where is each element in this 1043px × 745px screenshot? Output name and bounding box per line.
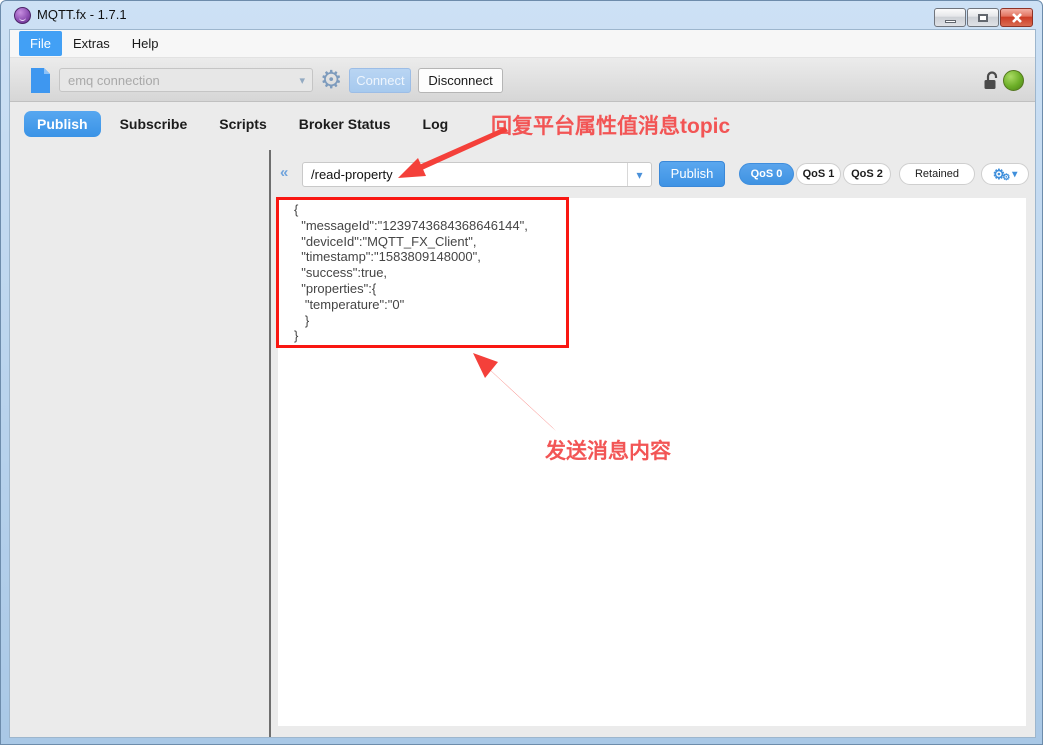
connection-caret-icon[interactable]: ▾ [299, 74, 305, 87]
maximize-button[interactable] [967, 8, 999, 27]
menu-extras[interactable]: Extras [62, 31, 121, 56]
close-icon [1011, 12, 1023, 24]
topic-combobox[interactable]: ▾ [302, 162, 652, 187]
app-window: MQTT.fx - 1.7.1 File Extras Help [0, 0, 1043, 745]
qos1-button[interactable]: QoS 1 [796, 163, 841, 185]
topic-dropdown-button[interactable]: ▾ [627, 163, 651, 186]
new-connection-icon[interactable] [30, 67, 51, 94]
minimize-icon [945, 20, 956, 23]
options-gear-small-icon: ⚙ [1002, 173, 1010, 182]
menu-bar: File Extras Help [10, 30, 1035, 58]
toolbar-status-group [983, 59, 1024, 102]
tab-broker-status[interactable]: Broker Status [286, 111, 404, 137]
topic-input[interactable] [303, 167, 613, 182]
message-json: { "messageId":"1239743684368646144", "de… [294, 202, 528, 344]
tab-publish[interactable]: Publish [24, 111, 101, 137]
tab-log[interactable]: Log [410, 111, 462, 137]
menu-file[interactable]: File [19, 31, 62, 56]
tab-scripts[interactable]: Scripts [206, 111, 279, 137]
app-logo-icon [14, 7, 31, 24]
menu-help[interactable]: Help [121, 31, 170, 56]
title-bar[interactable]: MQTT.fx - 1.7.1 [1, 1, 1042, 29]
unlocked-padlock-icon [983, 70, 1000, 91]
qos0-button[interactable]: QoS 0 [739, 163, 794, 185]
connection-status-indicator [1003, 70, 1024, 91]
connect-button[interactable]: Connect [349, 68, 411, 93]
message-textarea[interactable]: { "messageId":"1239743684368646144", "de… [278, 198, 1026, 726]
publish-options-button[interactable]: ⚙ ⚙ ▾ [981, 163, 1029, 185]
options-caret-icon: ▾ [1012, 169, 1017, 180]
retained-button[interactable]: Retained [899, 163, 975, 185]
connection-select[interactable]: ▾ [59, 68, 313, 92]
disconnect-button[interactable]: Disconnect [418, 68, 502, 93]
toolbar: ▾ ⚙ Connect Disconnect [10, 59, 1035, 102]
minimize-button[interactable] [934, 8, 966, 27]
connection-input[interactable] [60, 73, 280, 88]
collapse-chevron-icon[interactable]: « [280, 164, 288, 181]
close-button[interactable] [1000, 8, 1033, 27]
connection-settings-gear-icon[interactable]: ⚙ [320, 69, 342, 91]
window-controls [933, 8, 1033, 27]
tab-bar: Publish Subscribe Scripts Broker Status … [10, 102, 1035, 146]
tab-subscribe[interactable]: Subscribe [107, 111, 201, 137]
qos2-button[interactable]: QoS 2 [843, 163, 891, 185]
panel-divider[interactable] [269, 150, 271, 737]
publish-button[interactable]: Publish [659, 161, 725, 187]
maximize-icon [978, 14, 988, 22]
app-body: File Extras Help ▾ ⚙ Connect Disconnect [9, 29, 1036, 738]
window-title: MQTT.fx - 1.7.1 [37, 7, 127, 22]
